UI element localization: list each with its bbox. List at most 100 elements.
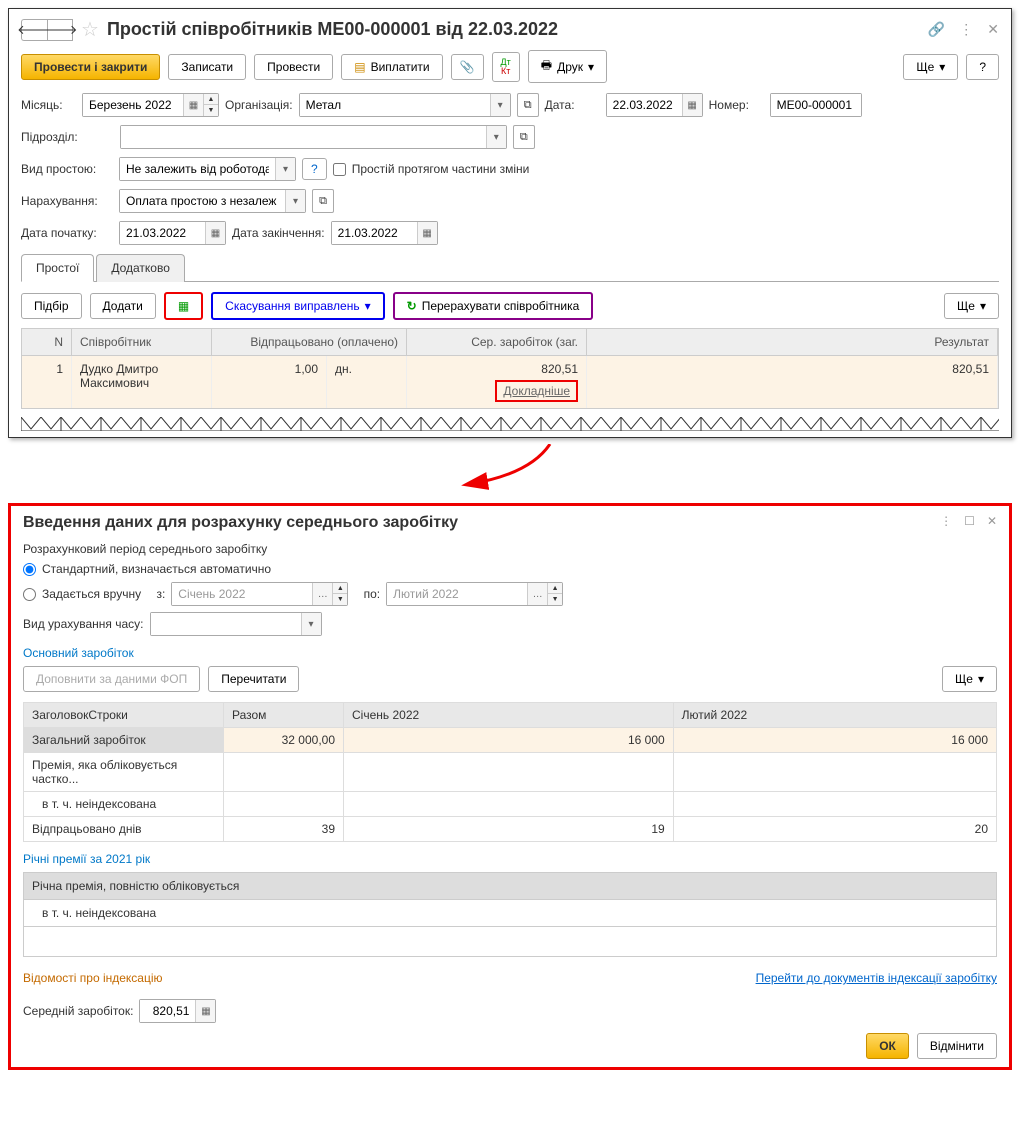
avg-earn-label: Середній заробіток: <box>23 1004 133 1018</box>
cell-total <box>224 753 344 792</box>
cancel-fixes-button[interactable]: Скасування виправлень ▾ <box>211 292 384 320</box>
calendar-icon[interactable]: ▦ <box>205 222 225 244</box>
avg-earn-input[interactable] <box>140 1000 195 1022</box>
step-down[interactable]: ▼ <box>333 594 347 605</box>
clip-icon: 📎 <box>460 60 475 74</box>
kebab-icon[interactable]: ⋮ <box>940 514 952 528</box>
dtkt-icon: ДтКт <box>501 58 511 76</box>
chevron-down-icon: ▾ <box>588 60 594 74</box>
recalc-button[interactable]: ↻ Перерахувати співробітника <box>393 292 594 320</box>
type-help-button[interactable]: ? <box>302 158 327 180</box>
close-icon[interactable]: ✕ <box>987 21 999 38</box>
dept-input[interactable] <box>121 126 486 148</box>
card-icon: ▤ <box>354 60 365 74</box>
type-input[interactable] <box>120 158 275 180</box>
more-button[interactable]: Ще ▾ <box>903 54 958 80</box>
col-emp: Співробітник <box>72 329 212 355</box>
expand-icon[interactable]: ⧉ <box>312 189 334 213</box>
table-row[interactable]: Загальний заробіток32 000,0016 00016 000 <box>24 728 997 753</box>
annual-row-unindexed[interactable]: в т. ч. неіндексована <box>23 900 997 927</box>
cell-label: Премія, яка обліковується частко... <box>24 753 224 792</box>
ellipsis-icon[interactable]: … <box>312 583 332 605</box>
fop-button[interactable]: Доповнити за даними ФОП <box>23 666 200 692</box>
post-button[interactable]: Провести <box>254 54 333 80</box>
add-button[interactable]: Додати <box>90 293 156 319</box>
col-row-title: ЗаголовокСтроки <box>24 703 224 728</box>
table-row[interactable]: Відпрацьовано днів391920 <box>24 817 997 842</box>
close-icon[interactable]: ✕ <box>987 514 997 528</box>
refresh-icon: ↻ <box>407 299 417 313</box>
nav-fwd-button[interactable]: 🡒 <box>47 19 73 41</box>
expand-icon[interactable]: ⧉ <box>517 93 539 117</box>
detail-link[interactable]: Докладніше <box>495 380 578 402</box>
step-down[interactable]: ▼ <box>204 105 218 116</box>
ok-button[interactable]: ОК <box>866 1033 909 1059</box>
cell-total: 39 <box>224 817 344 842</box>
org-input[interactable] <box>300 94 490 116</box>
modal-more-button[interactable]: Ще ▾ <box>942 666 997 692</box>
kebab-icon[interactable]: ⋮ <box>959 21 973 38</box>
attach-button[interactable]: 📎 <box>451 54 484 80</box>
to-input[interactable] <box>387 583 527 605</box>
to-label: по: <box>364 587 381 601</box>
favorite-star-icon[interactable]: ☆ <box>81 17 99 42</box>
month-label: Місяць: <box>21 98 76 112</box>
step-down[interactable]: ▼ <box>548 594 562 605</box>
period-manual-radio[interactable] <box>23 588 36 601</box>
col-m1: Січень 2022 <box>344 703 674 728</box>
step-up[interactable]: ▲ <box>204 94 218 105</box>
cell-label: Загальний заробіток <box>24 728 224 753</box>
reread-button[interactable]: Перечитати <box>208 666 299 692</box>
dtkt-button[interactable]: ДтКт <box>492 52 520 82</box>
accrual-input[interactable] <box>120 190 285 212</box>
start-date-label: Дата початку: <box>21 226 113 240</box>
print-button[interactable]: 🖶Друк▾ <box>528 50 607 83</box>
ellipsis-icon[interactable]: … <box>527 583 547 605</box>
chevron-down-icon[interactable]: ▾ <box>275 158 295 180</box>
chevron-down-icon[interactable]: ▾ <box>301 613 321 635</box>
cell-total: 32 000,00 <box>224 728 344 753</box>
chevron-down-icon[interactable]: ▾ <box>285 190 305 212</box>
end-date-input[interactable] <box>332 222 417 244</box>
calendar-icon[interactable]: ▦ <box>682 94 702 116</box>
table-row[interactable]: Премія, яка обліковується частко... <box>24 753 997 792</box>
start-date-input[interactable] <box>120 222 205 244</box>
annual-row-full[interactable]: Річна премія, повністю обліковується <box>23 872 997 900</box>
calc-icon[interactable]: ▦ <box>195 1000 215 1022</box>
pay-button[interactable]: ▤Виплатити <box>341 54 442 80</box>
number-input[interactable] <box>771 94 861 116</box>
table-row[interactable]: в т. ч. неіндексована <box>24 792 997 817</box>
from-input[interactable] <box>172 583 312 605</box>
index-docs-link[interactable]: Перейти до документів індексації заробіт… <box>756 971 997 985</box>
maximize-icon[interactable]: ☐ <box>964 514 975 528</box>
step-up[interactable]: ▲ <box>333 583 347 594</box>
expand-icon[interactable]: ⧉ <box>513 125 535 149</box>
table-row[interactable]: 1 Дудко Дмитро Максимович 1,00 дн. 820,5… <box>22 356 998 408</box>
help-button[interactable]: ? <box>966 54 999 80</box>
tab-additional[interactable]: Додатково <box>96 254 185 282</box>
table-more-button[interactable]: Ще ▾ <box>944 293 999 319</box>
month-input[interactable] <box>83 94 183 116</box>
tab-downtimes[interactable]: Простої <box>21 254 94 282</box>
time-calc-input[interactable] <box>151 613 301 635</box>
date-input[interactable] <box>607 94 682 116</box>
period-auto-radio[interactable] <box>23 563 36 576</box>
fill-button[interactable]: ▦ <box>164 292 203 320</box>
employees-table: N Співробітник Відпрацьовано (оплачено) … <box>21 328 999 409</box>
cancel-button[interactable]: Відмінити <box>917 1033 997 1059</box>
calendar-icon[interactable]: ▦ <box>417 222 437 244</box>
section-main-earnings: Основний заробіток <box>23 646 997 660</box>
link-icon[interactable]: 🔗 <box>928 21 945 38</box>
save-button[interactable]: Записати <box>168 54 246 80</box>
select-button[interactable]: Підбір <box>21 293 82 319</box>
post-close-button[interactable]: Провести і закрити <box>21 54 160 80</box>
partial-shift-checkbox[interactable] <box>333 163 346 176</box>
step-up[interactable]: ▲ <box>548 583 562 594</box>
calendar-icon[interactable]: ▦ <box>183 94 203 116</box>
date-label: Дата: <box>545 98 600 112</box>
window-title: Простій співробітників МЕ00-000001 від 2… <box>107 19 928 40</box>
chevron-down-icon[interactable]: ▾ <box>486 126 506 148</box>
from-label: з: <box>156 587 165 601</box>
section-annual: Річні премії за 2021 рік <box>23 852 997 866</box>
chevron-down-icon[interactable]: ▾ <box>490 94 510 116</box>
